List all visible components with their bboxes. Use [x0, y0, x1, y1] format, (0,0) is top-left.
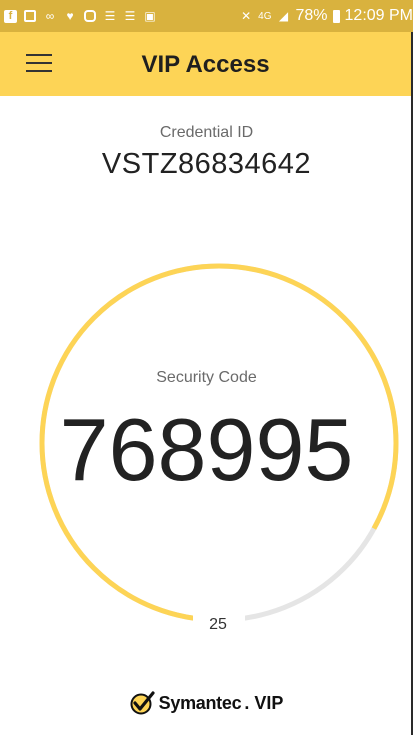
- battery-percent: 78%: [295, 7, 328, 24]
- system-status: ✕ 4G ◢ 78% 12:09 PM: [239, 7, 413, 25]
- network-type: 4G: [258, 10, 272, 22]
- security-code-label: Security Code: [156, 369, 257, 386]
- mute-icon: ✕: [241, 9, 252, 23]
- signal-icon: ◢: [278, 9, 289, 23]
- status-bar: f ∞ ♥ ☰ ☰ ▣ ✕ 4G ◢ 78% 12:09 PM: [0, 0, 413, 32]
- app-title: VIP Access: [141, 51, 270, 78]
- voicemail-icon: ∞: [45, 9, 55, 23]
- brand-suffix: VIP: [254, 692, 284, 713]
- photo-icon: ▣: [144, 9, 156, 23]
- security-code: 768995: [59, 400, 354, 499]
- countdown-seconds: 25: [209, 616, 227, 633]
- clock: 12:09 PM: [344, 7, 413, 24]
- battery-icon: [332, 9, 340, 23]
- facebook-icon: f: [4, 9, 17, 23]
- checkmark-icon: [130, 691, 155, 715]
- document-icon: ☰: [104, 9, 116, 23]
- credential-label: Credential ID: [159, 124, 254, 141]
- document-icon: ☰: [124, 9, 136, 23]
- image-icon: [23, 9, 37, 23]
- chat-icon: ♥: [66, 9, 74, 23]
- brand-name: Symantec: [158, 692, 242, 713]
- credential-id: VSTZ86834642: [101, 148, 312, 180]
- instagram-icon: [83, 9, 97, 23]
- notification-icons: f ∞ ♥ ☰ ☰ ▣: [4, 9, 157, 23]
- symantec-vip-logo: Symantec. VIP: [0, 690, 413, 716]
- app-bar: VIP Access: [0, 32, 411, 96]
